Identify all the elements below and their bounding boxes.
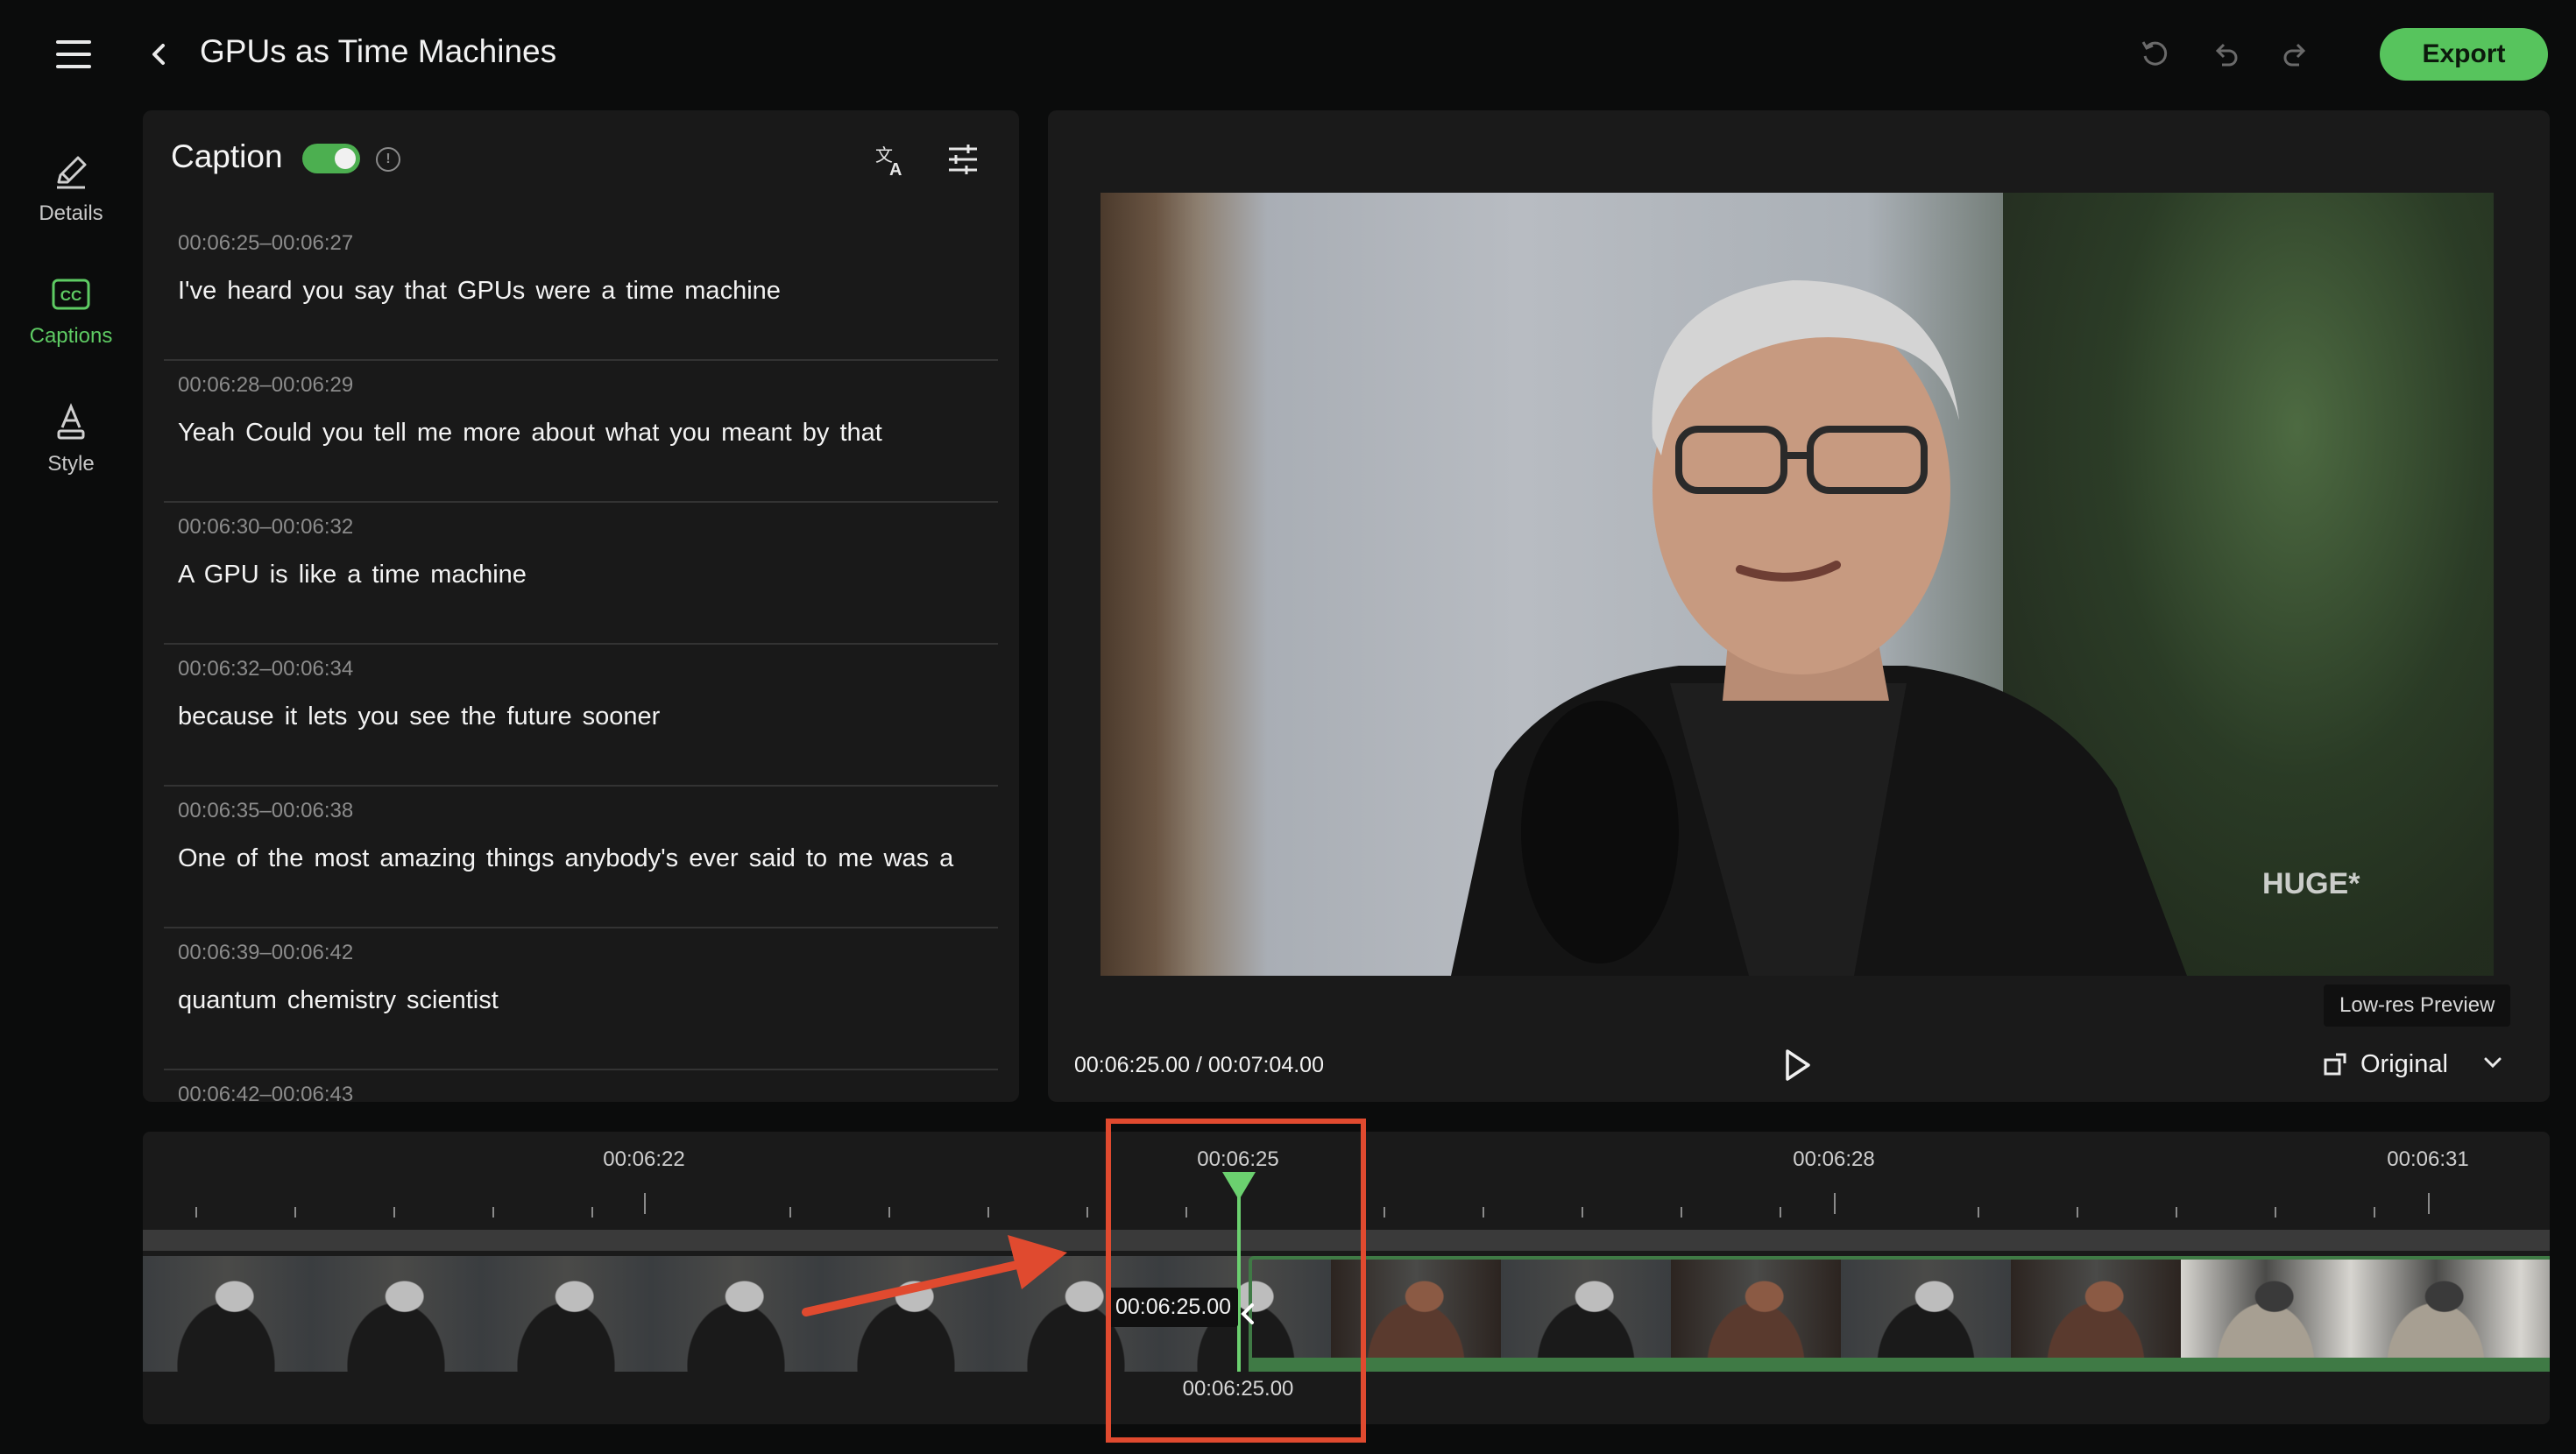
rail-label-details: Details [39, 201, 103, 225]
caption-panel: Caption ! 文A 00:06:25–00:06:27 I've hear… [143, 110, 1019, 1102]
toggle-knob [335, 148, 356, 169]
svg-text:A: A [889, 160, 902, 177]
caption-time: 00:06:30–00:06:32 [178, 515, 354, 539]
info-icon[interactable]: ! [376, 147, 400, 172]
ruler-tick [2077, 1207, 2078, 1218]
caption-time: 00:06:42–00:06:43 [178, 1083, 354, 1102]
chevron-down-icon [2481, 1051, 2504, 1078]
ruler-tick [1780, 1207, 1781, 1218]
project-title: GPUs as Time Machines [200, 33, 557, 69]
clip-thumbnail [311, 1256, 483, 1372]
pencil-icon [50, 151, 92, 193]
annotation-arrow [802, 1235, 1067, 1316]
clip-thumbnail [1841, 1256, 2013, 1372]
aspect-ratio-dropdown[interactable]: Original [2322, 1044, 2504, 1084]
back-arrow-icon[interactable] [145, 37, 172, 72]
caption-item[interactable]: 00:06:32–00:06:34 because it lets you se… [164, 645, 998, 787]
caption-time: 00:06:28–00:06:29 [178, 373, 354, 397]
ruler-tick [2176, 1207, 2177, 1218]
caption-time: 00:06:39–00:06:42 [178, 941, 354, 964]
caption-list: 00:06:25–00:06:27 I've heard you say tha… [164, 219, 998, 1102]
redo-icon[interactable] [2276, 35, 2315, 74]
caption-time: 00:06:32–00:06:34 [178, 657, 354, 681]
caption-text[interactable]: One of the most amazing things anybody's… [178, 844, 953, 873]
clip-thumbnail [2181, 1256, 2353, 1372]
playback-timecode: 00:06:25.00 / 00:07:04.00 [1074, 1053, 1324, 1077]
ruler-tick [294, 1207, 296, 1218]
aspect-ratio-value: Original [2360, 1049, 2448, 1078]
ruler-tick [1086, 1207, 1088, 1218]
video-frame[interactable]: HUGE* [1100, 193, 2494, 976]
export-button[interactable]: Export [2380, 28, 2548, 81]
caption-text[interactable]: I've heard you say that GPUs were a time… [178, 277, 781, 306]
svg-text:CC: CC [60, 287, 82, 304]
ruler-tick [888, 1207, 890, 1218]
top-bar: GPUs as Time Machines Export [0, 0, 2576, 109]
play-icon[interactable] [1777, 1046, 1815, 1084]
caption-time: 00:06:25–00:06:27 [178, 231, 354, 255]
ruler-tick [2275, 1207, 2276, 1218]
ruler-tick [1582, 1207, 1583, 1218]
ruler-tick [1483, 1207, 1484, 1218]
clip-thumbnail [143, 1256, 313, 1372]
caption-time: 00:06:35–00:06:38 [178, 799, 354, 822]
ruler-tick [492, 1207, 494, 1218]
speaker-figure [1451, 280, 2187, 976]
restore-icon[interactable] [2136, 35, 2175, 74]
time-ruler-label: 00:06:31 [2387, 1147, 2469, 1171]
caption-item[interactable]: 00:06:35–00:06:38 One of the most amazin… [164, 787, 998, 928]
rail-item-captions[interactable]: CC Captions [0, 273, 142, 349]
caption-text[interactable]: A GPU is like a time machine [178, 561, 527, 589]
caption-text[interactable]: quantum chemistry scientist [178, 986, 499, 1015]
caption-text[interactable]: because it lets you see the future soone… [178, 702, 660, 731]
caption-item[interactable]: 00:06:30–00:06:32 A GPU is like a time m… [164, 503, 998, 645]
annotation-highlight-box [1106, 1119, 1366, 1443]
clip-thumbnail [2011, 1256, 2183, 1372]
rail-item-style[interactable]: Style [0, 401, 142, 476]
preview-panel: HUGE* Low-res Preview 00:06:25.00 / 00:0… [1048, 110, 2550, 1102]
ruler-tick [1681, 1207, 1682, 1218]
ruler-tick [987, 1207, 989, 1218]
adjust-settings-icon[interactable] [945, 142, 980, 177]
ruler-tick [1834, 1193, 1836, 1214]
clip-thumbnail [1671, 1256, 1843, 1372]
rail-label-captions: Captions [29, 324, 113, 348]
ruler-tick [2374, 1207, 2375, 1218]
caption-text[interactable]: Yeah Could you tell me more about what y… [178, 419, 882, 448]
time-ruler-label: 00:06:28 [1793, 1147, 1875, 1171]
selected-clip-bar [1249, 1358, 2550, 1372]
ruler-tick [2428, 1193, 2430, 1214]
caption-item[interactable]: 00:06:28–00:06:29 Yeah Could you tell me… [164, 361, 998, 503]
ruler-tick [195, 1207, 197, 1218]
clip-thumbnail [1501, 1256, 1673, 1372]
ruler-tick [644, 1193, 646, 1214]
undo-icon[interactable] [2206, 35, 2245, 74]
ruler-tick [1978, 1207, 1979, 1218]
caption-item[interactable]: 00:06:25–00:06:27 I've heard you say tha… [164, 219, 998, 361]
ruler-tick [393, 1207, 395, 1218]
text-style-icon [50, 401, 92, 443]
translate-icon[interactable]: 文A [874, 142, 909, 180]
lowres-preview-badge: Low-res Preview [2324, 985, 2511, 1027]
caption-item[interactable]: 00:06:42–00:06:43 [164, 1070, 998, 1102]
crop-icon [2322, 1051, 2348, 1077]
clip-thumbnail [2521, 1256, 2550, 1372]
menu-icon[interactable] [56, 40, 91, 68]
video-watermark: HUGE* [2262, 867, 2360, 900]
rail-item-details[interactable]: Details [0, 151, 142, 226]
caption-toggle[interactable] [302, 144, 360, 173]
caption-panel-title: Caption [171, 138, 283, 174]
ruler-tick [591, 1207, 593, 1218]
ruler-tick [1384, 1207, 1385, 1218]
ruler-tick [789, 1207, 791, 1218]
cc-icon: CC [50, 273, 92, 315]
caption-item[interactable]: 00:06:39–00:06:42 quantum chemistry scie… [164, 928, 998, 1070]
clip-thumbnail [2351, 1256, 2523, 1372]
time-ruler-label: 00:06:22 [603, 1147, 685, 1171]
clip-thumbnail [481, 1256, 653, 1372]
rail-label-style: Style [47, 452, 95, 476]
